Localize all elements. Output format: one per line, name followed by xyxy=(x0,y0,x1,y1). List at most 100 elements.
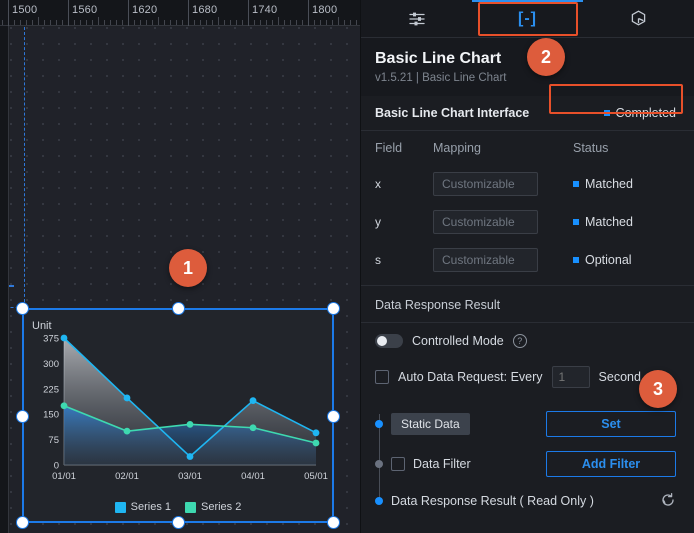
ruler-tick-minor xyxy=(38,17,39,25)
ruler-tick-minor xyxy=(14,20,15,25)
sliders-icon xyxy=(408,12,425,25)
ruler-tick-major xyxy=(188,0,189,26)
ruler-vertical[interactable] xyxy=(0,26,9,533)
chart-x-tick-label: 03/01 xyxy=(178,471,202,482)
chart-data-point xyxy=(60,402,68,410)
ruler-tick-minor xyxy=(296,20,297,25)
ruler-tick-minor xyxy=(86,20,87,25)
ruler-tick-minor xyxy=(332,20,333,25)
chart-data-point xyxy=(123,427,131,435)
ruler-tick-minor xyxy=(254,20,255,25)
annotation-badge-2: 2 xyxy=(527,38,565,76)
ruler-tick-minor xyxy=(236,20,237,25)
chart-x-tick-label: 01/01 xyxy=(52,471,76,482)
ruler-label: 1740 xyxy=(252,4,278,16)
chart-y-tick-label: 0 xyxy=(54,461,59,472)
mapping-cell-s xyxy=(433,248,573,272)
resize-handle-bottom-center[interactable] xyxy=(172,516,185,529)
chart-x-tick-label: 02/01 xyxy=(115,471,139,482)
ruler-tick-minor xyxy=(212,20,213,25)
controlled-mode-label: Controlled Mode xyxy=(412,334,504,348)
tab-events[interactable] xyxy=(583,0,694,37)
status-label-y: Matched xyxy=(585,215,633,229)
help-icon[interactable]: ? xyxy=(512,334,527,348)
field-name-x: x xyxy=(375,177,381,191)
chart-y-tick-label: 300 xyxy=(43,359,59,370)
mapping-cell-y xyxy=(433,210,573,234)
tab-settings[interactable] xyxy=(361,0,472,37)
chart-data-point xyxy=(186,420,194,428)
panel-tabs: [-] xyxy=(361,0,694,38)
field-name-y: y xyxy=(375,215,381,229)
chart-widget-selected[interactable]: Unit 0 75 150 225 300 375 01/01 02/01 03/01 04/01… xyxy=(16,302,340,529)
resize-handle-top-center[interactable] xyxy=(172,302,185,315)
ruler-tick-minor xyxy=(158,17,159,25)
ruler-tick-minor xyxy=(350,20,351,25)
ruler-tick-minor xyxy=(284,20,285,25)
ruler-tick-minor xyxy=(266,20,267,25)
interface-row: Basic Line Chart Interface Completed xyxy=(361,96,694,131)
resize-handle-top-left[interactable] xyxy=(16,302,29,315)
column-header-field: Field xyxy=(375,141,403,155)
status-badge: Completed xyxy=(603,106,676,120)
ruler-tick-minor xyxy=(218,17,219,25)
timeline-item-static-data: Static Data Set xyxy=(375,404,694,444)
resize-handle-bottom-right[interactable] xyxy=(327,516,340,529)
timeline-dot-icon xyxy=(375,420,383,428)
result-label: Data Response Result ( Read Only ) xyxy=(391,494,594,508)
refresh-icon[interactable] xyxy=(660,492,676,511)
data-filter-checkbox[interactable] xyxy=(391,457,405,471)
resize-handle-middle-right[interactable] xyxy=(327,409,340,423)
legend-swatch-series2 xyxy=(185,501,196,513)
ruler-tick-minor xyxy=(152,20,153,25)
chart-y-tick-label: 75 xyxy=(48,435,59,446)
chart-legend: Series 1 Series 2 xyxy=(24,501,332,513)
status-dot-icon xyxy=(573,181,579,187)
app-root: ) Unit 075150225 xyxy=(0,0,694,533)
auto-request-interval-input[interactable] xyxy=(551,366,590,388)
status-dot-icon xyxy=(573,219,579,225)
ruler-tick-minor xyxy=(134,20,135,25)
ruler-tick-minor xyxy=(62,20,63,25)
auto-request-checkbox[interactable] xyxy=(375,370,389,384)
ruler-tick-minor xyxy=(170,20,171,25)
ruler-tick-minor xyxy=(338,17,339,25)
timeline-item-data-filter: Data Filter Add Filter xyxy=(375,444,694,484)
controlled-mode-toggle[interactable] xyxy=(375,334,403,348)
status-cell-s: Optional xyxy=(573,253,680,267)
mapping-input-y[interactable] xyxy=(433,210,538,234)
column-header-mapping: Mapping xyxy=(433,141,481,155)
ruler-label: 1620 xyxy=(132,4,158,16)
ruler-tick-minor xyxy=(56,20,57,25)
ruler-tick-minor xyxy=(260,20,261,25)
tab-data[interactable]: [-] xyxy=(472,0,583,37)
status-cell-x: Matched xyxy=(573,177,680,191)
resize-handle-top-right[interactable] xyxy=(327,302,340,315)
ruler-tick-minor xyxy=(224,20,225,25)
resize-handle-middle-left[interactable] xyxy=(16,409,29,423)
controlled-mode-row: Controlled Mode ? xyxy=(361,323,694,352)
chart-y-tick-label: 225 xyxy=(43,384,59,395)
mapping-input-s[interactable] xyxy=(433,248,538,272)
static-data-chip[interactable]: Static Data xyxy=(391,413,470,435)
chart-y-axis-label: Unit xyxy=(32,320,52,332)
ruler-tick-minor xyxy=(320,20,321,25)
ruler-tick-minor xyxy=(74,20,75,25)
annotation-badge-3: 3 xyxy=(639,370,677,408)
page-subtitle: v1.5.21 | Basic Line Chart xyxy=(375,72,507,84)
resize-handle-bottom-left[interactable] xyxy=(16,516,29,529)
ruler-tick-minor xyxy=(356,20,357,25)
section-title-data-response: Data Response Result xyxy=(361,285,694,323)
ruler-tick-minor xyxy=(278,17,279,25)
mapping-input-x[interactable] xyxy=(433,172,538,196)
ruler-tick-minor xyxy=(26,20,27,25)
ruler-tick-minor xyxy=(80,20,81,25)
line-chart[interactable]: Unit 0 75 150 225 300 375 01/01 02/01 03/01 04/01… xyxy=(24,310,332,521)
auto-request-unit: Second xyxy=(598,370,641,384)
ruler-horizontal[interactable]: 1500 1560 1620 1680 1740 1800 xyxy=(0,0,360,26)
ruler-label: 1800 xyxy=(312,4,338,16)
add-filter-button[interactable]: Add Filter xyxy=(546,451,676,477)
static-data-left: Static Data xyxy=(391,413,546,435)
ruler-tick-major xyxy=(8,0,9,26)
set-button[interactable]: Set xyxy=(546,411,676,437)
